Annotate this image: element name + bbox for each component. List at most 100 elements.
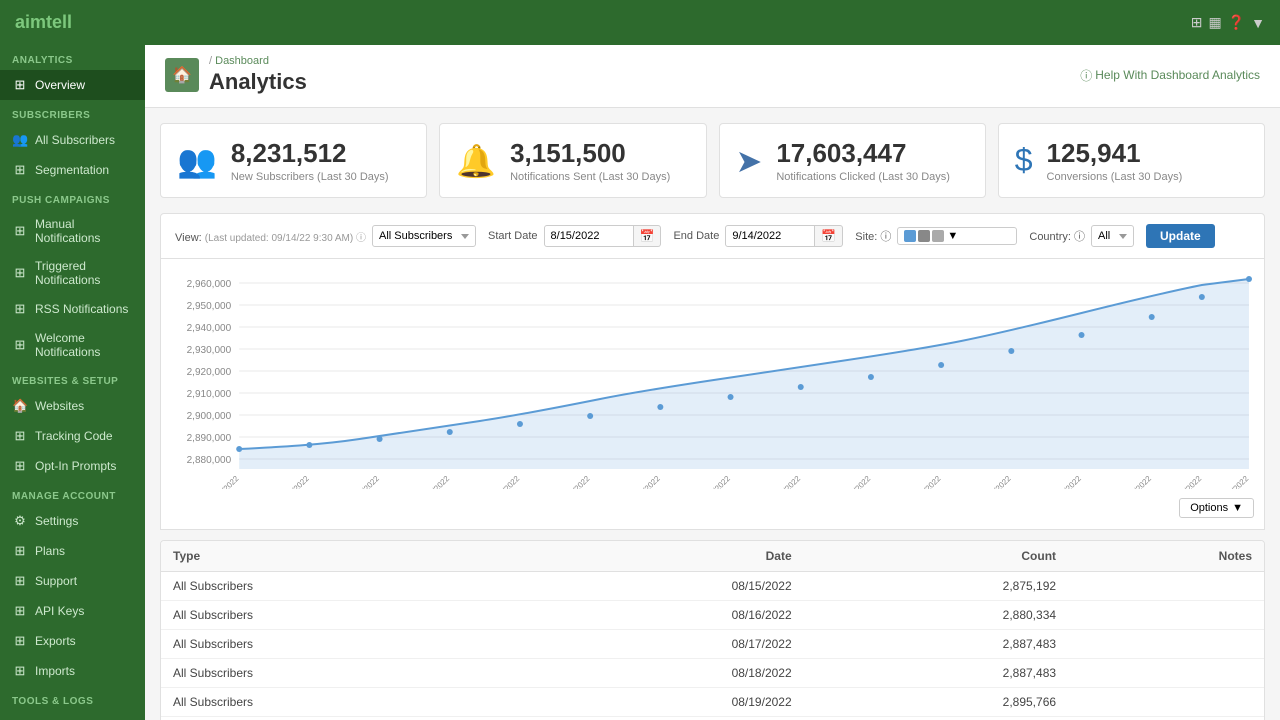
sidebar-item-label-plans: Plans bbox=[35, 544, 65, 558]
sidebar-item-label-settings: Settings bbox=[35, 514, 78, 528]
grid-icon[interactable]: ⊞ bbox=[1191, 14, 1203, 31]
sidebar-item-welcome-notifications[interactable]: ⊞Welcome Notifications bbox=[0, 324, 145, 366]
sidebar-item-cross-domain[interactable]: ⊞Cross Domain Tracking bbox=[0, 711, 145, 720]
table-cell-type: All Subscribers bbox=[161, 601, 516, 630]
sidebar-item-api-keys[interactable]: ⊞API Keys bbox=[0, 596, 145, 626]
sidebar-item-icon-imports: ⊞ bbox=[12, 663, 28, 679]
data-table-wrapper: Type Date Count Notes All Subscribers 08… bbox=[160, 540, 1265, 720]
chart-options-row: Options ▼ bbox=[171, 492, 1254, 524]
sidebar-item-label-websites: Websites bbox=[35, 399, 84, 413]
table-cell-notes bbox=[1068, 630, 1264, 659]
stat-info-subscribers: 8,231,512 New Subscribers (Last 30 Days) bbox=[231, 138, 389, 183]
sidebar-item-rss-notifications[interactable]: ⊞RSS Notifications bbox=[0, 294, 145, 324]
page-header: 🏠 / Dashboard Analytics ⓘ Help With Dash… bbox=[145, 45, 1280, 108]
site-filter-group: Site: ⓘ ▼ bbox=[855, 227, 1017, 245]
dropdown-icon[interactable]: ▼ bbox=[1251, 15, 1265, 31]
svg-text:09/02/2022: 09/02/2022 bbox=[838, 474, 873, 489]
sidebar-item-icon-triggered-notifications: ⊞ bbox=[12, 265, 28, 281]
country-select[interactable]: All bbox=[1091, 225, 1134, 247]
chart-area: 2,960,000 2,950,000 2,940,000 2,930,000 … bbox=[160, 259, 1265, 530]
stat-label-subscribers: New Subscribers (Last 30 Days) bbox=[231, 171, 389, 183]
end-date-input[interactable] bbox=[725, 225, 815, 247]
end-date-calendar-btn[interactable]: 📅 bbox=[815, 225, 843, 247]
sidebar-item-label-imports: Imports bbox=[35, 664, 75, 678]
sidebar-item-icon-settings: ⚙ bbox=[12, 513, 28, 529]
sidebar-item-label-tracking-code: Tracking Code bbox=[35, 429, 113, 443]
svg-text:08/29/2022: 08/29/2022 bbox=[697, 474, 732, 489]
table-cell-type: All Subscribers bbox=[161, 688, 516, 717]
svg-text:08/27/2022: 08/27/2022 bbox=[627, 474, 662, 489]
stat-info-notifications-sent: 3,151,500 Notifications Sent (Last 30 Da… bbox=[510, 138, 670, 183]
table-cell-count: 2,900,670 bbox=[804, 717, 1068, 720]
sidebar-item-icon-segmentation: ⊞ bbox=[12, 162, 28, 178]
table-row: All Subscribers 08/17/2022 2,887,483 bbox=[161, 630, 1264, 659]
site-dot-2 bbox=[918, 230, 930, 242]
page-title: Analytics bbox=[209, 69, 307, 95]
stat-card-conversions: $ 125,941 Conversions (Last 30 Days) bbox=[998, 123, 1265, 198]
sidebar-item-opt-in-prompts[interactable]: ⊞Opt-In Prompts bbox=[0, 451, 145, 481]
sidebar-item-websites[interactable]: 🏠 Websites bbox=[0, 391, 145, 421]
home-icon[interactable]: 🏠 bbox=[165, 58, 199, 92]
breadcrumb-separator: / bbox=[209, 55, 212, 67]
country-label: Country: ⓘ bbox=[1029, 228, 1085, 244]
country-filter-group: Country: ⓘ All bbox=[1029, 225, 1134, 247]
svg-text:2,930,000: 2,930,000 bbox=[187, 345, 232, 356]
site-dot-3 bbox=[932, 230, 944, 242]
sidebar-item-manual-notifications[interactable]: ⊞Manual Notifications bbox=[0, 210, 145, 252]
sidebar-section-websites-&-setup: WEBSITES & SETUP bbox=[0, 366, 145, 391]
breadcrumb-link[interactable]: Dashboard bbox=[215, 55, 269, 67]
stat-info-conversions: 125,941 Conversions (Last 30 Days) bbox=[1047, 138, 1183, 183]
sidebar-item-imports[interactable]: ⊞ Imports bbox=[0, 656, 145, 686]
sidebar-item-icon-welcome-notifications: ⊞ bbox=[12, 337, 28, 353]
main-layout: ANALYTICS⊞OverviewSUBSCRIBERS👥All Subscr… bbox=[0, 45, 1280, 720]
logo: aimtell bbox=[15, 12, 72, 33]
table-cell-count: 2,880,334 bbox=[804, 601, 1068, 630]
sidebar-section-manage-account: MANAGE ACCOUNT bbox=[0, 481, 145, 506]
sidebar-item-support[interactable]: ⊞Support bbox=[0, 566, 145, 596]
sidebar-item-all-subscribers[interactable]: 👥All Subscribers bbox=[0, 125, 145, 155]
sidebar-item-icon-api-keys: ⊞ bbox=[12, 603, 28, 619]
start-date-calendar-btn[interactable]: 📅 bbox=[634, 225, 662, 247]
view-select[interactable]: All Subscribers bbox=[372, 225, 476, 247]
start-date-input-group: 📅 bbox=[544, 225, 662, 247]
filter-bar: View: (Last updated: 09/14/22 9:30 AM) ⓘ… bbox=[160, 213, 1265, 259]
stat-label-conversions: Conversions (Last 30 Days) bbox=[1047, 171, 1183, 183]
stat-number-notifications-clicked: 17,603,447 bbox=[776, 138, 950, 169]
sidebar-item-segmentation[interactable]: ⊞Segmentation bbox=[0, 155, 145, 185]
sidebar-item-overview[interactable]: ⊞Overview bbox=[0, 70, 145, 100]
sidebar-item-tracking-code[interactable]: ⊞Tracking Code bbox=[0, 421, 145, 451]
col-count: Count bbox=[804, 541, 1068, 572]
options-label: Options bbox=[1190, 502, 1228, 514]
main-content: 🏠 / Dashboard Analytics ⓘ Help With Dash… bbox=[145, 45, 1280, 720]
options-button[interactable]: Options ▼ bbox=[1179, 498, 1254, 518]
sidebar-section-push-campaigns: PUSH CAMPAIGNS bbox=[0, 185, 145, 210]
svg-text:08/15/2022: 08/15/2022 bbox=[206, 474, 241, 489]
table-cell-type: All Subscribers bbox=[161, 630, 516, 659]
help-link[interactable]: ⓘ Help With Dashboard Analytics bbox=[1080, 67, 1260, 84]
sidebar-item-settings[interactable]: ⚙ Settings bbox=[0, 506, 145, 536]
sidebar-item-triggered-notifications[interactable]: ⊞Triggered Notifications bbox=[0, 252, 145, 294]
table-cell-date: 08/18/2022 bbox=[516, 659, 803, 688]
grid-icon-2[interactable]: ▦ bbox=[1208, 14, 1221, 31]
line-chart: 2,960,000 2,950,000 2,940,000 2,930,000 … bbox=[171, 269, 1254, 489]
stat-number-notifications-sent: 3,151,500 bbox=[510, 138, 670, 169]
svg-text:09/10/2022: 09/10/2022 bbox=[1118, 474, 1153, 489]
end-date-group: End Date 📅 bbox=[673, 225, 843, 247]
sidebar-item-icon-websites: 🏠 bbox=[12, 398, 28, 414]
svg-text:2,950,000: 2,950,000 bbox=[187, 301, 232, 312]
site-dropdown-icon: ▼ bbox=[947, 230, 958, 242]
start-date-input[interactable] bbox=[544, 225, 634, 247]
stat-icon-conversions: $ bbox=[1015, 142, 1033, 179]
svg-text:2,900,000: 2,900,000 bbox=[187, 411, 232, 422]
svg-text:08/31/2022: 08/31/2022 bbox=[767, 474, 802, 489]
site-select[interactable]: ▼ bbox=[897, 227, 1017, 245]
page-title-block: / Dashboard Analytics bbox=[209, 55, 307, 95]
update-button[interactable]: Update bbox=[1146, 224, 1215, 248]
sidebar-item-exports[interactable]: ⊞Exports bbox=[0, 626, 145, 656]
svg-text:08/21/2022: 08/21/2022 bbox=[416, 474, 451, 489]
sidebar-item-plans[interactable]: ⊞Plans bbox=[0, 536, 145, 566]
help-icon[interactable]: ❓ bbox=[1228, 14, 1245, 31]
stat-icon-subscribers: 👥 bbox=[177, 142, 217, 180]
site-dot-1 bbox=[904, 230, 916, 242]
sidebar-section-tools-&-logs: TOOLS & LOGS bbox=[0, 686, 145, 711]
